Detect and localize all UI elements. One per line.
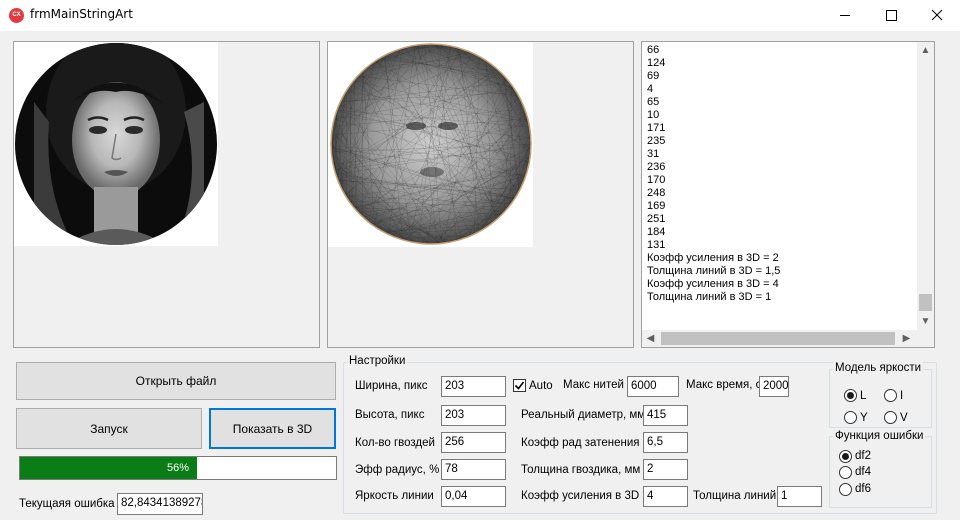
- vertical-scrollbar[interactable]: ▲ ▼: [917, 42, 934, 330]
- eff-radius-field[interactable]: 78: [441, 459, 506, 480]
- portrait-photo: [15, 43, 217, 245]
- open-file-button[interactable]: Открыть файл: [16, 362, 336, 400]
- string-art-panel: [327, 41, 634, 348]
- nail-thickness-label: Толщина гвоздика, мм: [521, 464, 641, 476]
- scroll-right-icon[interactable]: ▶: [898, 330, 915, 347]
- error-radio-df2[interactable]: [839, 450, 852, 463]
- real-diameter-field[interactable]: 415: [643, 405, 688, 426]
- nails-field[interactable]: 256: [441, 432, 506, 453]
- max-threads-field[interactable]: 6000: [627, 376, 679, 397]
- brightness-radio-v[interactable]: [884, 411, 897, 424]
- progress-bar: 56%: [19, 456, 337, 480]
- height-field[interactable]: 203: [441, 405, 506, 426]
- max-time-field[interactable]: 2000: [759, 376, 789, 397]
- maximize-button[interactable]: [868, 0, 914, 31]
- error-radio-df6[interactable]: [839, 483, 852, 496]
- settings-group-title: Настройки: [347, 355, 408, 367]
- vertical-scroll-thumb[interactable]: [919, 294, 932, 311]
- scroll-up-icon[interactable]: ▲: [917, 42, 934, 59]
- line-brightness-field[interactable]: 0,04: [441, 486, 506, 507]
- log-textbox[interactable]: 66 124 69 4 65 10 171 235 31 236 170 248…: [641, 41, 935, 348]
- current-error-label: Текущаяя ошибка: [19, 498, 115, 510]
- shade-coef-field[interactable]: 6,5: [643, 432, 688, 453]
- scroll-down-icon[interactable]: ▼: [917, 313, 934, 330]
- error-option-df6: df6: [855, 483, 871, 495]
- close-button[interactable]: [914, 0, 960, 31]
- width-field[interactable]: 203: [441, 376, 506, 397]
- close-icon: [931, 9, 943, 21]
- horizontal-scrollbar[interactable]: ◀ ▶: [642, 330, 934, 347]
- gain-3d-label: Коэфф усиления в 3D: [521, 490, 640, 502]
- line-thickness-field[interactable]: 1: [777, 486, 822, 507]
- nails-label: Кол-во гвоздей: [355, 437, 435, 449]
- brightness-radio-y[interactable]: [844, 411, 857, 424]
- line-thickness-label: Толщина линий: [693, 490, 777, 502]
- brightness-option-y: Y: [860, 412, 868, 424]
- line-brightness-label: Яркость линии: [355, 490, 434, 502]
- auto-label: Auto: [529, 380, 553, 392]
- brightness-option-i: I: [900, 390, 904, 402]
- minimize-icon: [840, 15, 850, 16]
- horizontal-scroll-thumb[interactable]: [661, 332, 895, 345]
- real-diameter-label: Реальный диаметр, мм: [521, 409, 646, 421]
- brightness-model-title: Модель яркости: [833, 362, 924, 374]
- show-3d-button[interactable]: Показать в 3D: [209, 408, 336, 449]
- brightness-option-v: V: [900, 412, 908, 424]
- max-time-label: Макс время, с: [686, 379, 762, 391]
- current-error-field[interactable]: 82,8434138927803: [117, 493, 203, 515]
- shade-coef-label: Коэфф рад затенения: [521, 437, 640, 449]
- checkmark-icon: [514, 381, 525, 390]
- error-function-title: Функция ошибки: [833, 430, 926, 442]
- string-art-image: [328, 42, 533, 247]
- auto-checkbox[interactable]: [513, 379, 526, 392]
- minimize-button[interactable]: [822, 0, 868, 31]
- error-option-df2: df2: [855, 450, 871, 462]
- height-label: Высота, пикс: [355, 409, 425, 421]
- brightness-option-l: L: [860, 390, 867, 402]
- source-image-panel: [13, 41, 320, 348]
- string-art-render: [330, 43, 532, 245]
- nail-thickness-field[interactable]: 2: [643, 459, 688, 480]
- max-threads-label: Макс нитей: [563, 379, 624, 391]
- app-icon: CX: [9, 8, 24, 23]
- progress-label: 56%: [166, 462, 190, 474]
- brightness-radio-l[interactable]: [844, 389, 857, 402]
- error-radio-df4[interactable]: [839, 466, 852, 479]
- eff-radius-label: Эфф радиус, %: [355, 464, 440, 476]
- error-option-df4: df4: [855, 466, 871, 478]
- gain-3d-field[interactable]: 4: [643, 486, 688, 507]
- window-title: frmMainStringArt: [30, 7, 133, 21]
- title-bar[interactable]: CX frmMainStringArt: [0, 0, 960, 31]
- source-image: [14, 42, 218, 246]
- log-text: 66 124 69 4 65 10 171 235 31 236 170 248…: [647, 44, 781, 303]
- width-label: Ширина, пикс: [355, 380, 428, 392]
- maximize-icon: [886, 10, 897, 21]
- run-button[interactable]: Запуск: [16, 408, 202, 449]
- scroll-left-icon[interactable]: ◀: [642, 330, 659, 347]
- brightness-radio-i[interactable]: [884, 389, 897, 402]
